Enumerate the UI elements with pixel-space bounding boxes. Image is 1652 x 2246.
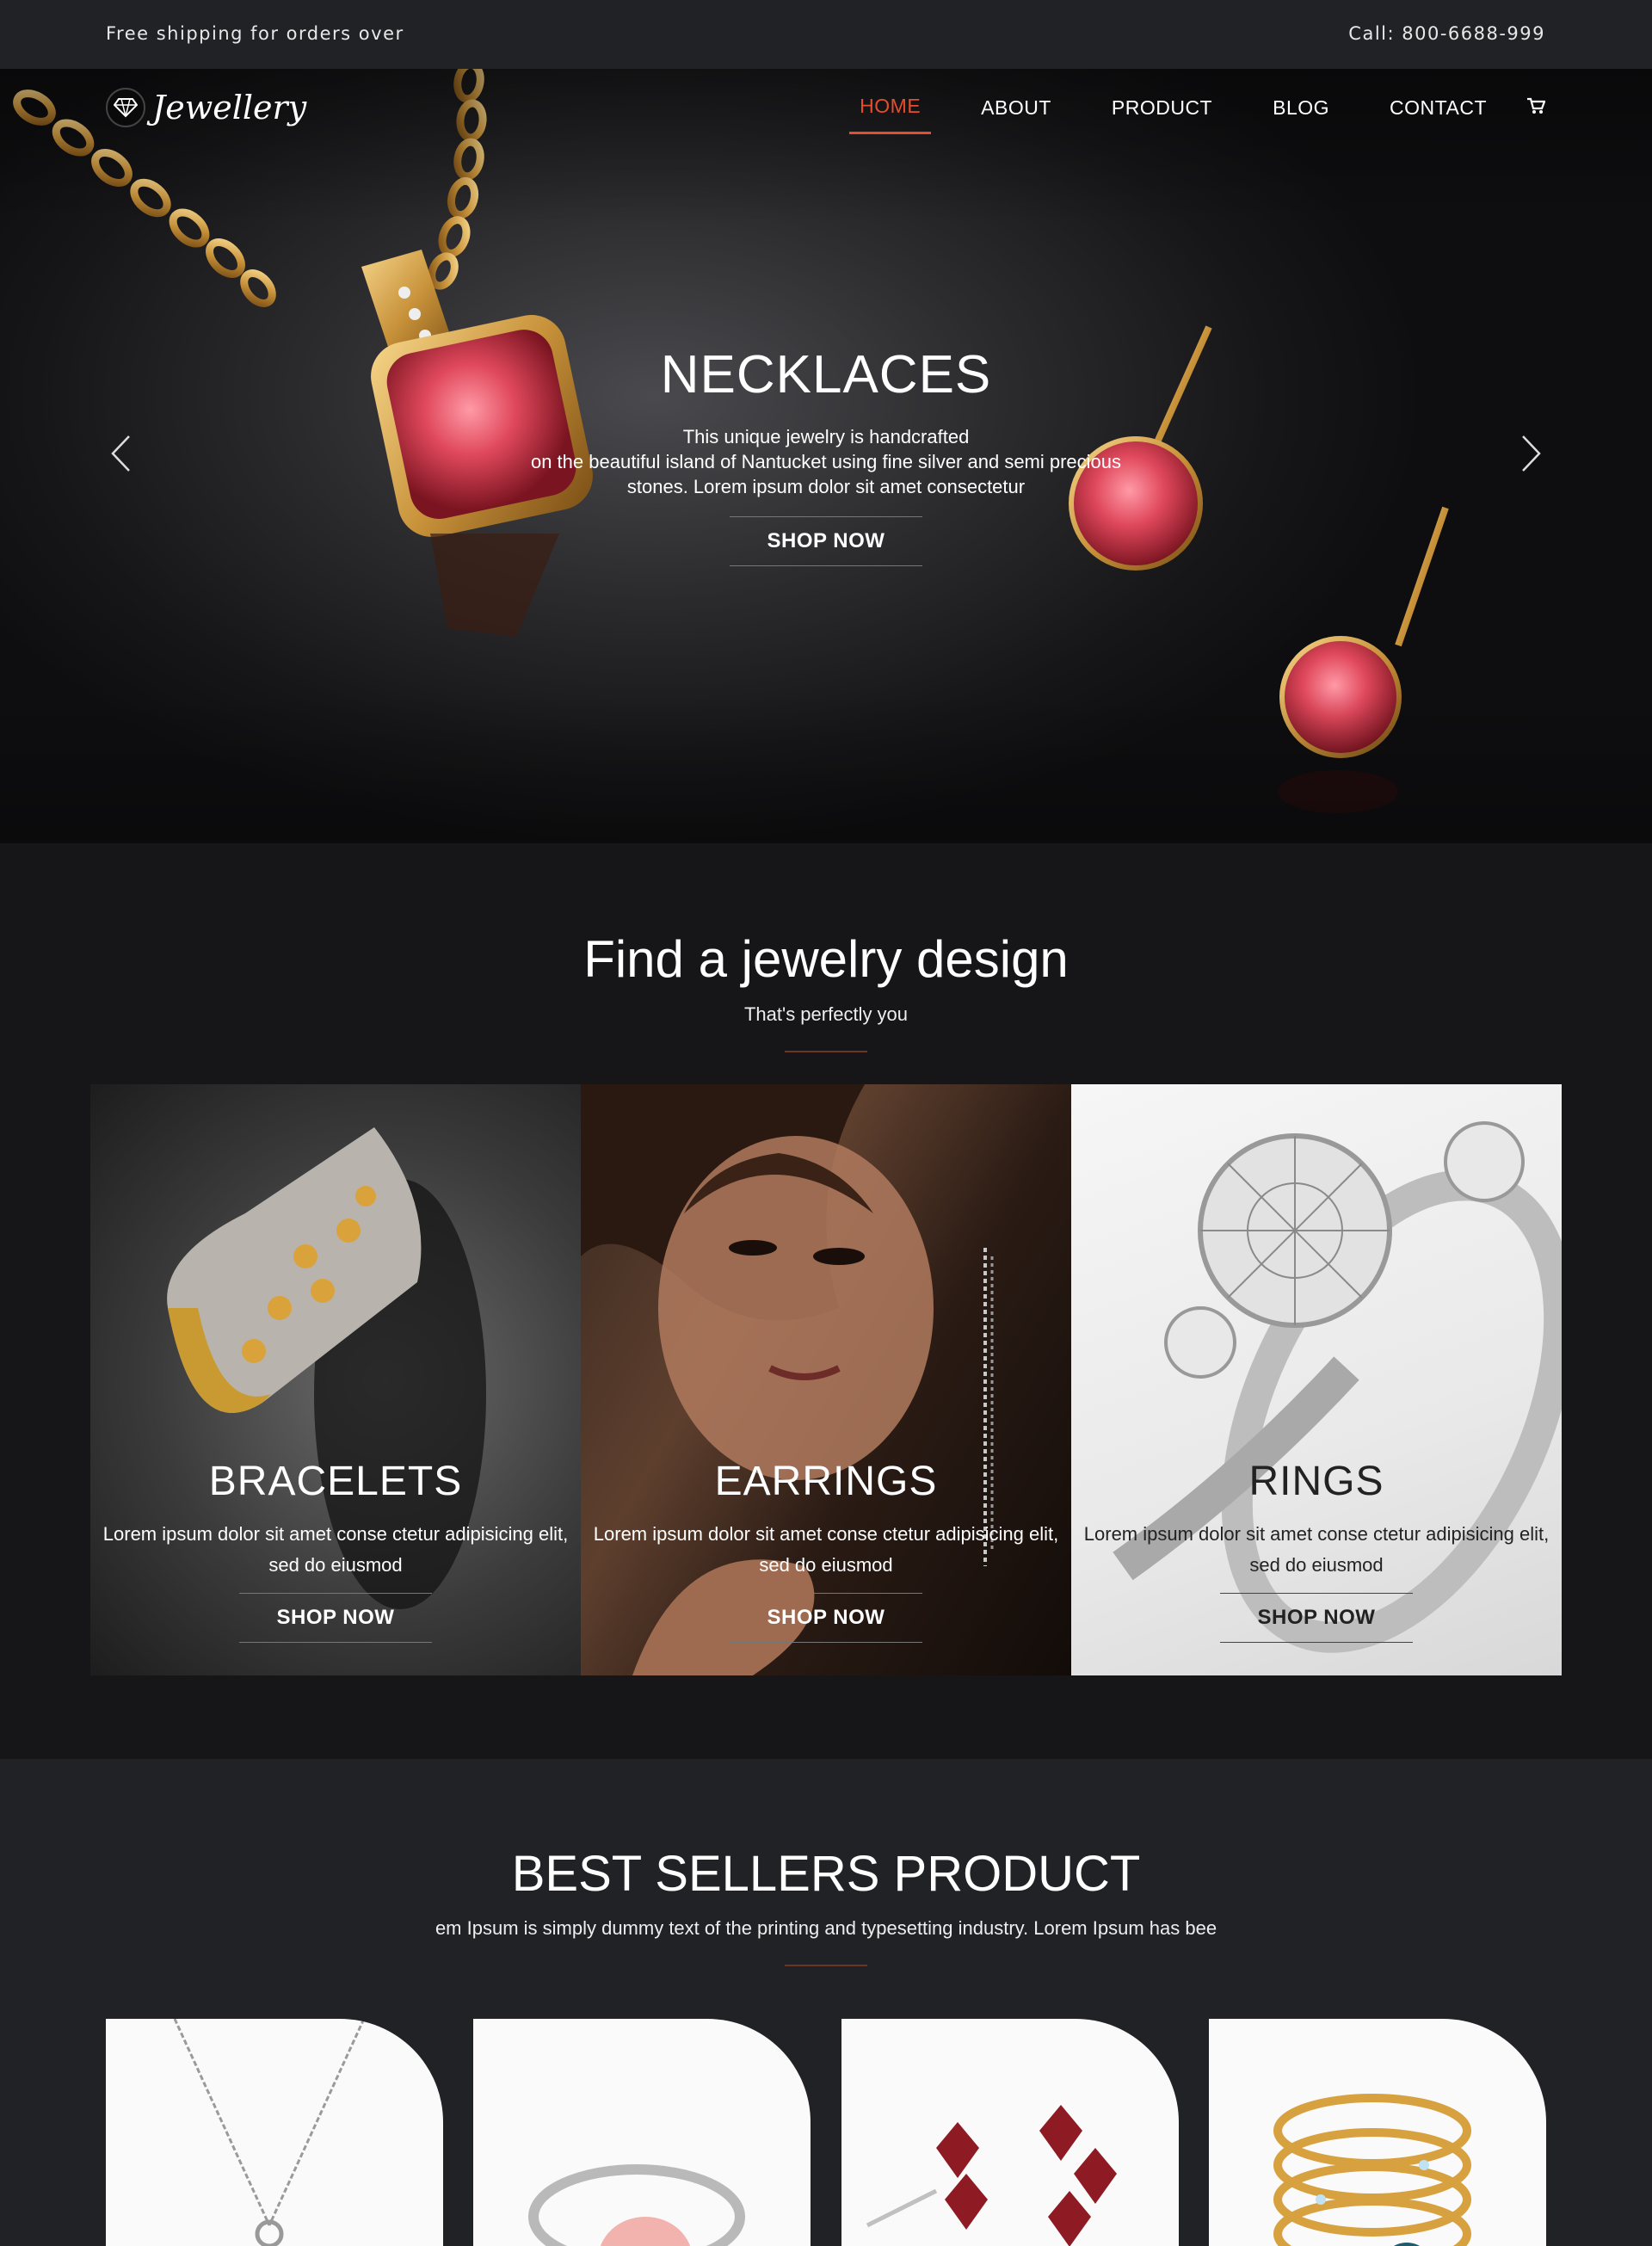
category-card-bracelets[interactable]: BRACELETS Lorem ipsum dolor sit amet con… (90, 1084, 581, 1675)
nav-home[interactable]: HOME (849, 95, 932, 134)
phone-number[interactable]: Call: 800-6688-999 (1348, 23, 1545, 44)
rings-shop-now-button[interactable]: SHOP NOW (1219, 1593, 1414, 1643)
diamond-icon (106, 88, 145, 127)
card-description: Lorem ipsum dolor sit amet conse ctetur … (90, 1519, 581, 1581)
section-title: BEST SELLERS PRODUCT (511, 1846, 1141, 1902)
card-desc-line: Lorem ipsum dolor sit amet conse ctetur … (1083, 1523, 1550, 1545)
section-divider (785, 1051, 867, 1052)
ruby-earrings-image (866, 2105, 1117, 2246)
product-card[interactable] (473, 2019, 811, 2246)
find-design-section: Find a jewelry design That's perfectly y… (0, 843, 1652, 1759)
earrings-shop-now-button[interactable]: SHOP NOW (729, 1593, 923, 1643)
site-logo[interactable]: Jewellery (106, 88, 306, 127)
nav-blog[interactable]: BLOG (1262, 96, 1340, 133)
product-card[interactable] (1208, 2019, 1546, 2246)
card-info: RINGS Lorem ipsum dolor sit amet conse c… (1071, 1458, 1562, 1643)
card-title: RINGS (1248, 1459, 1384, 1504)
top-bar: Free shipping for orders over Call: 800-… (0, 0, 1652, 69)
nav-product[interactable]: PRODUCT (1101, 96, 1223, 133)
shipping-notice: Free shipping for orders over (106, 23, 404, 44)
category-cards: BRACELETS Lorem ipsum dolor sit amet con… (90, 1084, 1562, 1675)
hero-text-line: This unique jewelry is handcrafted (682, 426, 970, 447)
card-description: Lorem ipsum dolor sit amet conse ctetur … (581, 1519, 1071, 1581)
card-info: EARRINGS Lorem ipsum dolor sit amet cons… (581, 1458, 1071, 1643)
card-desc-line: sed do eiusmod (1249, 1554, 1384, 1576)
card-desc-line: Lorem ipsum dolor sit amet conse ctetur … (102, 1523, 569, 1545)
main-nav: HOME ABOUT PRODUCT BLOG CONTACT (810, 95, 1546, 134)
hero-shop-now-button[interactable]: SHOP NOW (729, 516, 923, 566)
card-info: BRACELETS Lorem ipsum dolor sit amet con… (90, 1458, 581, 1643)
cart-icon[interactable] (1526, 97, 1546, 118)
nav-about[interactable]: ABOUT (971, 96, 1062, 133)
best-sellers-section: BEST SELLERS PRODUCT em Ipsum is simply … (0, 1759, 1652, 2246)
card-title: EARRINGS (714, 1459, 938, 1504)
section-subtitle: That's perfectly you (743, 1003, 909, 1025)
chevron-left-icon[interactable] (110, 435, 131, 476)
card-title: BRACELETS (208, 1459, 463, 1504)
product-card[interactable] (106, 2019, 443, 2246)
section-title: Find a jewelry design (583, 930, 1069, 988)
hero-title: NECKLACES (660, 345, 992, 404)
product-grid (106, 2019, 1546, 2246)
bracelets-shop-now-button[interactable]: SHOP NOW (238, 1593, 433, 1643)
hero-text-line: stones. Lorem ipsum dolor sit amet conse… (626, 476, 1026, 497)
nav-contact[interactable]: CONTACT (1379, 96, 1497, 133)
card-desc-line: sed do eiusmod (268, 1554, 403, 1576)
hero-slider: Jewellery HOME ABOUT PRODUCT BLOG CONTAC… (0, 69, 1652, 843)
hero-content: NECKLACES This unique jewelry is handcra… (482, 344, 1170, 566)
rose-quartz-ring-image (528, 2164, 746, 2246)
hero-text-line: on the beautiful island of Nantucket usi… (530, 451, 1122, 472)
category-card-rings[interactable]: RINGS Lorem ipsum dolor sit amet conse c… (1071, 1084, 1562, 1675)
chevron-right-icon[interactable] (1521, 435, 1542, 476)
card-desc-line: Lorem ipsum dolor sit amet conse ctetur … (593, 1523, 1059, 1545)
necklace-product-image (173, 2019, 366, 2246)
hero-description: This unique jewelry is handcrafted on th… (482, 424, 1170, 499)
card-description: Lorem ipsum dolor sit amet conse ctetur … (1071, 1519, 1562, 1581)
section-divider (785, 1965, 867, 1966)
card-desc-line: sed do eiusmod (759, 1554, 893, 1576)
section-subtitle: em Ipsum is simply dummy text of the pri… (435, 1917, 1217, 1939)
gold-rings-stack-image (1273, 2094, 1471, 2246)
product-card[interactable] (841, 2019, 1179, 2246)
logo-text: Jewellery (152, 89, 307, 126)
category-card-earrings[interactable]: EARRINGS Lorem ipsum dolor sit amet cons… (581, 1084, 1071, 1675)
